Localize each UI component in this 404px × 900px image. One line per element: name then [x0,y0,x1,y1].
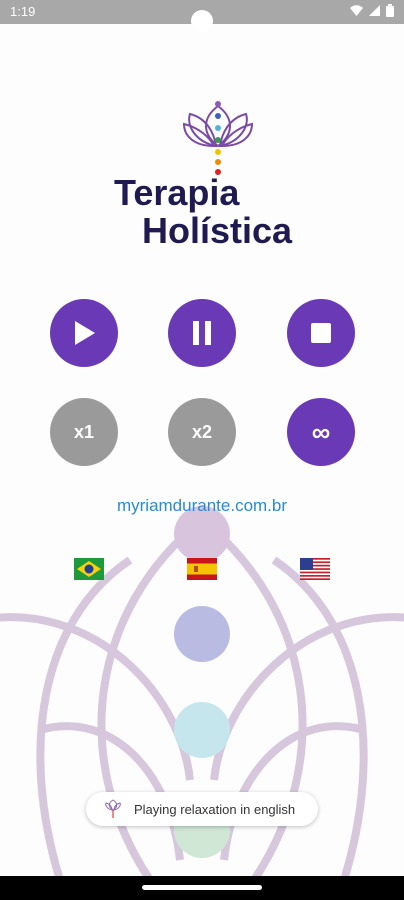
play-icon [75,321,95,345]
logo-title-line1: Terapia [114,172,240,213]
spain-flag-icon[interactable] [187,558,217,580]
lotus-app-icon [105,799,121,818]
usa-flag-icon[interactable] [300,558,330,580]
navigation-bar [0,876,404,900]
app-screen: 1:19 Terapia Holística x1 x2 ∞ myriamdur… [0,0,404,900]
status-time: 1:19 [10,4,36,19]
pause-icon [193,321,211,345]
signal-icon [369,5,380,16]
toast-message: Playing relaxation in english [134,801,296,817]
infinity-label: ∞ [311,416,331,447]
camera-cutout [191,10,213,32]
play-button[interactable] [50,299,118,367]
website-link[interactable]: myriamdurante.com.br [0,496,404,516]
wifi-icon [350,5,363,16]
pause-button[interactable] [168,299,236,367]
app-logo: Terapia Holística [110,96,310,256]
battery-icon [386,4,394,17]
repeat-x2-button[interactable]: x2 [168,398,236,466]
stop-button[interactable] [287,299,355,367]
brazil-flag-icon[interactable] [74,558,104,580]
stop-icon [311,323,331,343]
status-toast: Playing relaxation in english [86,792,318,826]
repeat-x2-label: x2 [191,421,213,442]
repeat-x1-button[interactable]: x1 [50,398,118,466]
repeat-infinite-button[interactable]: ∞ [287,398,355,466]
logo-title-line2: Holística [142,210,293,251]
home-gesture-handle[interactable] [142,885,262,890]
repeat-x1-label: x1 [73,421,95,442]
lotus-logo-icon [182,101,254,175]
status-icons [350,4,394,17]
